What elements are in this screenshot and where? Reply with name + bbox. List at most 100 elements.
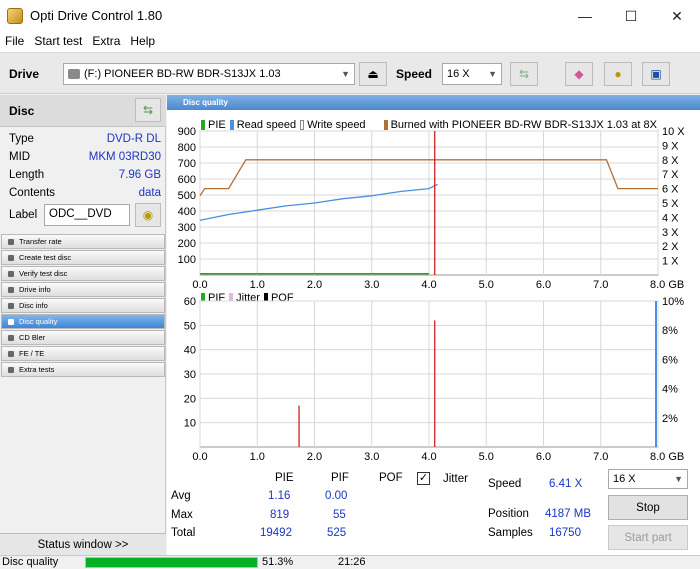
stop-button[interactable]: Stop [608, 495, 688, 520]
y-tick-label: 100 [178, 254, 196, 266]
x-tick-label: 2.0 [307, 279, 322, 291]
nav-cd-bler[interactable]: CD Bler [1, 330, 165, 345]
speed-label: Speed [488, 478, 522, 490]
stats-col-pof: POF [379, 472, 403, 484]
nav-transfer-rate[interactable]: Transfer rate [1, 234, 165, 249]
main-panel: Disc quality PIE Read speed Write speed … [167, 95, 700, 555]
x-tick-label: 6.0 [536, 451, 551, 463]
x-tick-label: 4.0 [421, 451, 436, 463]
x-tick-label: 8.0 GB [650, 451, 684, 463]
nav-icon [8, 334, 14, 341]
y-tick-label: 50 [184, 320, 196, 332]
y-tick-label: 600 [178, 174, 196, 186]
status-window-button[interactable]: Status window >> [0, 533, 166, 555]
y-tick-label: 60 [184, 297, 196, 308]
x-tick-label: 0.0 [192, 279, 207, 291]
drive-icon [68, 69, 80, 79]
y-tick-label: 20 [184, 393, 196, 405]
eject-icon: ⏏ [367, 67, 379, 81]
window-title: Opti Drive Control 1.80 [30, 8, 163, 23]
nav-icon [8, 318, 14, 325]
x-tick-label: 6.0 [536, 279, 551, 291]
toolbar: Drive (F:) PIONEER BD-RW BDR-S13JX 1.03 … [0, 52, 700, 94]
y2-tick-label: 7 X [662, 169, 679, 181]
drive-label: Drive [9, 67, 40, 81]
nav-create-test-disc[interactable]: Create test disc [1, 250, 165, 265]
nav-disc-quality[interactable]: Disc quality [1, 314, 165, 329]
y2-tick-label: 9 X [662, 140, 679, 152]
minimize-button[interactable]: — [562, 0, 608, 32]
y-tick-label: 800 [178, 142, 196, 154]
save-icon: ▣ [650, 67, 662, 81]
disc-type-row: Type DVD-R DL [9, 133, 161, 145]
x-tick-label: 2.0 [307, 451, 322, 463]
nav-fe-te[interactable]: FE / TE [1, 346, 165, 361]
y-tick-label: 900 [178, 126, 196, 138]
disc-header: Disc ⇆ [0, 95, 166, 127]
y2-tick-label: 8% [662, 325, 678, 337]
nav-disc-info[interactable]: Disc info [1, 298, 165, 313]
disc-label-apply-button[interactable]: ◉ [135, 203, 161, 227]
drive-select[interactable]: (F:) PIONEER BD-RW BDR-S13JX 1.03 ▼ [63, 63, 355, 85]
menu-file[interactable]: File [0, 32, 29, 52]
x-tick-label: 3.0 [364, 279, 379, 291]
nav-verify-test-disc[interactable]: Verify test disc [1, 266, 165, 281]
y2-tick-label: 1 X [662, 256, 679, 268]
samples-value: 16750 [549, 527, 581, 539]
y-tick-label: 30 [184, 369, 196, 381]
status-bar: Disc quality 51.3% 21:26 [0, 555, 700, 569]
y2-tick-label: 4% [662, 384, 678, 396]
stats-total-pif: 525 [327, 527, 347, 539]
chevron-down-icon: ▼ [674, 474, 683, 484]
maximize-button[interactable]: ☐ [608, 0, 654, 32]
disc-refresh-button[interactable]: ⇆ [135, 98, 161, 122]
refresh-icon: ⇆ [518, 67, 530, 81]
nav-drive-info[interactable]: Drive info [1, 282, 165, 297]
refresh-speed-button[interactable]: ⇆ [510, 62, 538, 86]
nav-icon [8, 254, 14, 261]
start-part-button[interactable]: Start part [608, 525, 688, 550]
nav-icon [8, 350, 14, 357]
x-tick-label: 7.0 [593, 279, 608, 291]
x-tick-label: 0.0 [192, 451, 207, 463]
eject-button[interactable]: ⏏ [359, 62, 387, 86]
menu-extra[interactable]: Extra [87, 32, 125, 52]
nav-extra-tests[interactable]: Extra tests [1, 362, 165, 377]
chart-speed-pie: 0.0 1.0 2.0 3.0 4.0 5.0 6.0 7.0 8.0 GB 900 800 700 6… [178, 126, 686, 291]
menu-start-test[interactable]: Start test [29, 32, 87, 52]
y2-tick-label: 6% [662, 354, 678, 366]
disc-label-input[interactable]: ODC__DVD [44, 204, 130, 226]
y-tick-label: 10 [184, 418, 196, 430]
drive-select-value: (F:) PIONEER BD-RW BDR-S13JX 1.03 [84, 68, 281, 80]
nav-icon [8, 286, 14, 293]
speed-label: Speed [396, 67, 433, 81]
close-button[interactable]: ✕ [654, 0, 700, 32]
y-tick-label: 700 [178, 158, 196, 170]
stats-max-label: Max [171, 509, 193, 521]
panel-header: Disc quality [167, 95, 700, 110]
status-label: Disc quality [2, 556, 59, 568]
y2-tick-label: 5 X [662, 198, 679, 210]
y2-tick-label: 6 X [662, 184, 679, 196]
nav-icon [8, 302, 14, 309]
x-tick-label: 1.0 [250, 451, 265, 463]
test-speed-select[interactable]: 16 X ▼ [608, 469, 688, 489]
menu-help[interactable]: Help [125, 32, 160, 52]
y-tick-label: 200 [178, 238, 196, 250]
status-time: 21:26 [338, 556, 366, 568]
chevron-down-icon: ▼ [341, 69, 350, 79]
position-label: Position [488, 508, 529, 520]
save-button[interactable]: ▣ [642, 62, 670, 86]
jitter-checkbox[interactable]: ✓ [417, 472, 430, 485]
jitter-label: Jitter [443, 473, 468, 485]
erase-button[interactable]: ◆ [565, 62, 593, 86]
copy-icon: ● [614, 67, 622, 81]
chevron-down-icon: ▼ [488, 69, 497, 79]
y2-tick-label: 10% [662, 297, 684, 308]
copy-button[interactable]: ● [604, 62, 632, 86]
speed-select[interactable]: 16 X ▼ [442, 63, 502, 85]
x-tick-label: 1.0 [250, 279, 265, 291]
y2-tick-label: 4 X [662, 212, 679, 224]
y-tick-label: 500 [178, 190, 196, 202]
position-value: 4187 MB [545, 508, 592, 520]
